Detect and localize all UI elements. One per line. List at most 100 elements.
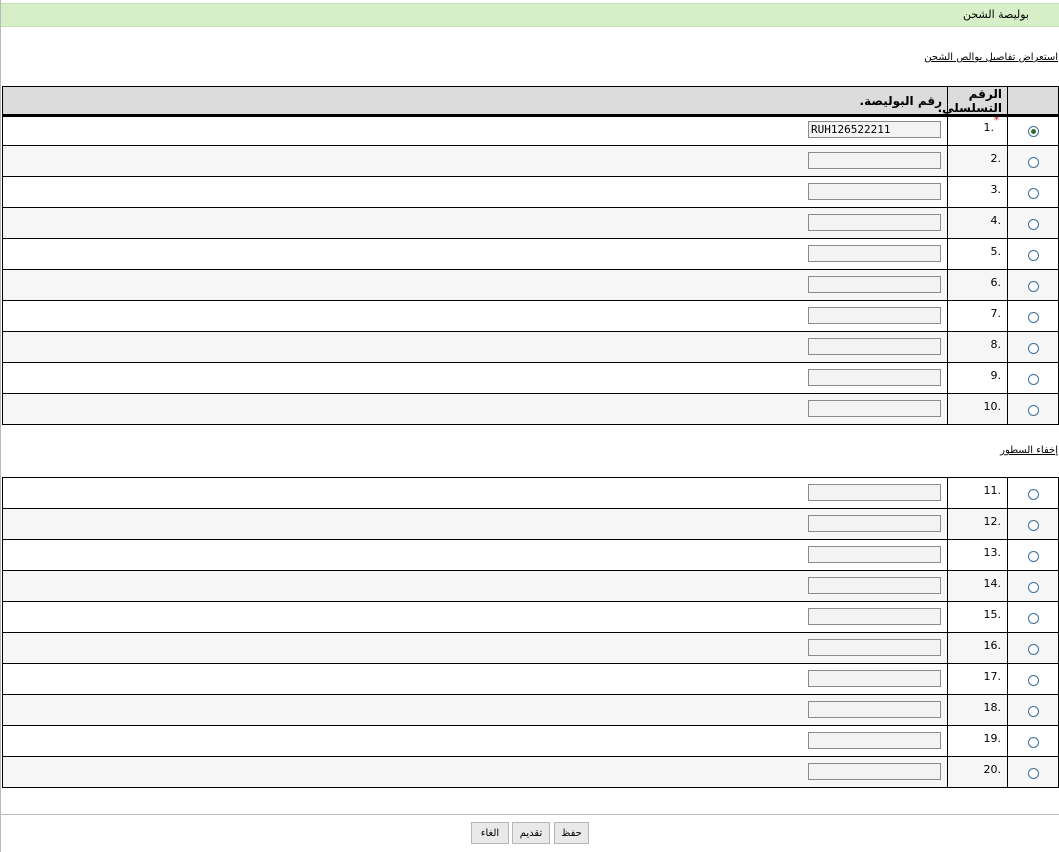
row-select-cell: [1007, 725, 1059, 757]
policy-number-input[interactable]: [808, 307, 941, 324]
row-select-cell: [1007, 756, 1059, 788]
policy-number-input[interactable]: [808, 400, 941, 417]
policy-number-input[interactable]: [808, 214, 941, 231]
row-select-cell: [1007, 176, 1059, 208]
table-row: 16.: [2, 632, 1059, 664]
row-radio[interactable]: [1027, 489, 1039, 500]
row-select-cell: [1007, 601, 1059, 633]
row-select-cell: [1007, 362, 1059, 394]
row-number: 13.: [983, 546, 1002, 559]
table-row: 11.: [2, 477, 1059, 509]
row-radio[interactable]: [1027, 405, 1039, 416]
row-radio[interactable]: [1027, 281, 1039, 292]
row-policy-cell: [2, 362, 948, 394]
row-radio[interactable]: [1027, 644, 1039, 655]
table-row: 17.: [2, 663, 1059, 695]
row-number-cell: 9.: [947, 362, 1008, 394]
row-number-cell: 15.: [947, 601, 1008, 633]
policy-number-input[interactable]: [808, 546, 941, 563]
policy-number-input[interactable]: [808, 515, 941, 532]
row-radio[interactable]: [1027, 374, 1039, 385]
row-policy-cell: [2, 393, 948, 425]
row-number-cell: *1.: [947, 114, 1008, 146]
policy-number-input[interactable]: [808, 183, 941, 200]
table-row: 7.: [2, 300, 1059, 332]
row-radio[interactable]: [1027, 219, 1039, 230]
show-details-link[interactable]: استعراض تفاصيل بوالص الشحن: [924, 52, 1058, 63]
row-radio[interactable]: [1027, 312, 1039, 323]
row-select-cell: [1007, 331, 1059, 363]
hide-rows-link[interactable]: إخفاء السطور: [1000, 445, 1058, 456]
row-number: 16.: [983, 639, 1002, 652]
policy-table: *1. 2. 3. 4. 5. 6. 7. 8. 9. 10.: [2, 114, 1059, 425]
policy-number-input[interactable]: [808, 732, 941, 749]
row-radio[interactable]: [1027, 737, 1039, 748]
table-row: 9.: [2, 362, 1059, 394]
policy-number-input[interactable]: [808, 608, 941, 625]
row-radio[interactable]: [1027, 520, 1039, 531]
policy-number-input[interactable]: [808, 577, 941, 594]
table-row: 5.: [2, 238, 1059, 270]
row-radio[interactable]: [1027, 126, 1039, 137]
row-radio[interactable]: [1027, 768, 1039, 779]
save-button[interactable]: حفظ: [554, 822, 589, 844]
table-row: 8.: [2, 331, 1059, 363]
row-number: 8.: [990, 338, 1002, 351]
header-policy: رقم البوليصة.: [2, 86, 948, 117]
policy-number-input[interactable]: [808, 484, 941, 501]
row-radio[interactable]: [1027, 551, 1039, 562]
header-select-cell: [1007, 86, 1059, 117]
policy-number-input[interactable]: [808, 639, 941, 656]
policy-number-input[interactable]: [808, 701, 941, 718]
row-policy-cell: [2, 694, 948, 726]
row-radio[interactable]: [1027, 157, 1039, 168]
row-radio[interactable]: [1027, 343, 1039, 354]
row-number: 15.: [983, 608, 1002, 621]
row-number-cell: 7.: [947, 300, 1008, 332]
policy-number-input[interactable]: [808, 276, 941, 293]
row-radio[interactable]: [1027, 188, 1039, 199]
row-number: 12.: [983, 515, 1002, 528]
table-row: 19.: [2, 725, 1059, 757]
row-select-cell: [1007, 238, 1059, 270]
header-serial: الرقم التسلسلي.: [938, 86, 1008, 117]
row-select-cell: [1007, 570, 1059, 602]
table-header: الرقم التسلسلي. رقم البوليصة.: [2, 86, 1059, 117]
row-radio[interactable]: [1027, 582, 1039, 593]
row-policy-cell: [2, 300, 948, 332]
table-row: 12.: [2, 508, 1059, 540]
row-number-cell: 4.: [947, 207, 1008, 239]
row-number-cell: 3.: [947, 176, 1008, 208]
row-number: 7.: [990, 307, 1002, 320]
row-number: 10.: [983, 400, 1002, 413]
row-number: 9.: [990, 369, 1002, 382]
row-select-cell: [1007, 114, 1059, 146]
cancel-button[interactable]: الغاء: [471, 822, 509, 844]
submit-button[interactable]: تقديم: [512, 822, 550, 844]
policy-number-input[interactable]: [808, 152, 941, 169]
row-radio[interactable]: [1027, 613, 1039, 624]
row-number-cell: 8.: [947, 331, 1008, 363]
row-number-cell: 18.: [947, 694, 1008, 726]
policy-number-input[interactable]: [808, 121, 941, 138]
row-number: 20.: [983, 763, 1002, 776]
table-row: 3.: [2, 176, 1059, 208]
row-radio[interactable]: [1027, 675, 1039, 686]
row-radio[interactable]: [1027, 250, 1039, 261]
row-select-cell: [1007, 477, 1059, 509]
policy-number-input[interactable]: [808, 763, 941, 780]
policy-number-input[interactable]: [808, 245, 941, 262]
policy-number-input[interactable]: [808, 670, 941, 687]
row-policy-cell: [2, 663, 948, 695]
row-number-cell: 13.: [947, 539, 1008, 571]
row-policy-cell: [2, 632, 948, 664]
policy-number-input[interactable]: [808, 369, 941, 386]
row-select-cell: [1007, 145, 1059, 177]
row-number: 11.: [983, 484, 1002, 497]
row-radio[interactable]: [1027, 706, 1039, 717]
row-number: 5.: [990, 245, 1002, 258]
row-number: 2.: [990, 152, 1002, 165]
row-select-cell: [1007, 269, 1059, 301]
table-row: 4.: [2, 207, 1059, 239]
policy-number-input[interactable]: [808, 338, 941, 355]
